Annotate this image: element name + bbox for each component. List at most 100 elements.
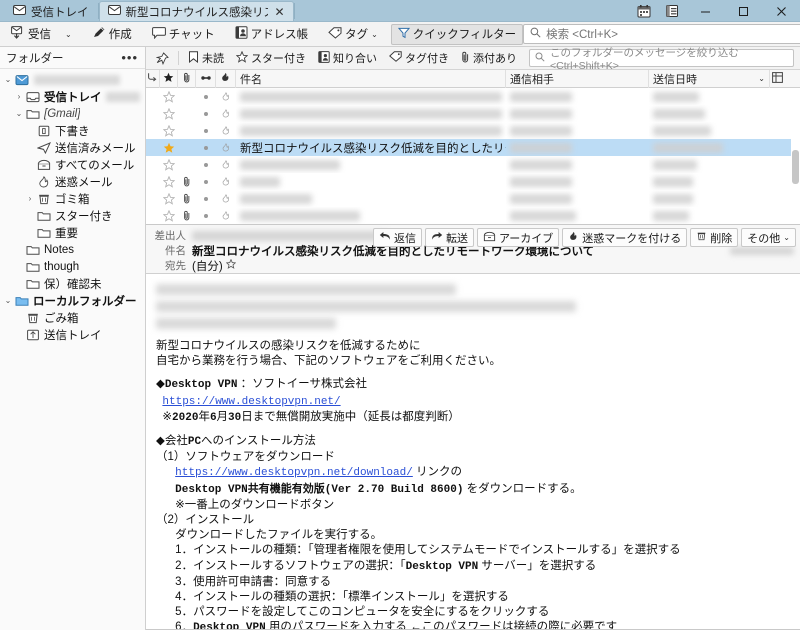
- tasks-icon[interactable]: [658, 0, 686, 22]
- table-row[interactable]: 新型コロナウイルス感染リスク低減を目的としたリモートワーク環境につ...: [146, 139, 800, 156]
- compose-button[interactable]: 作成: [85, 24, 139, 45]
- column-header-subject[interactable]: 件名: [236, 69, 506, 88]
- quick-filter-separator: [178, 51, 179, 65]
- table-row[interactable]: [146, 190, 800, 207]
- close-button[interactable]: [762, 0, 800, 22]
- sidebar-item-送信済みメール[interactable]: 送信済みメール: [0, 139, 145, 156]
- body-line: 4．インストールの種類の選択：「標準インストール」を選択する: [156, 591, 509, 604]
- filter-starred-button[interactable]: スター付き: [230, 49, 312, 68]
- sidebar-item-スター付き[interactable]: スター付き: [0, 207, 145, 224]
- column-header-correspondent[interactable]: 通信相手: [506, 69, 649, 88]
- message-action-迷惑マークを付ける[interactable]: 迷惑マークを付ける: [562, 228, 688, 247]
- sidebar-item-ローカルフォルダー[interactable]: ⌄ ローカルフォルダー: [0, 292, 145, 309]
- thread-scrollbar[interactable]: [791, 88, 800, 224]
- search-placeholder: 検索 <Ctrl+K>: [546, 29, 618, 41]
- tag-icon: [389, 51, 402, 65]
- star-icon[interactable]: [225, 258, 237, 272]
- body-text-segment: 年: [198, 410, 210, 423]
- twisty-icon[interactable]: ›: [24, 194, 36, 203]
- maximize-button[interactable]: [724, 0, 762, 22]
- table-row[interactable]: [146, 105, 800, 122]
- message-subject-blurred: [240, 108, 502, 119]
- table-row[interactable]: [146, 156, 800, 173]
- get-messages-dropdown[interactable]: ⌄: [58, 24, 79, 45]
- twisty-icon[interactable]: ⌄: [2, 296, 14, 305]
- body-link[interactable]: https://www.desktopvpn.net/: [162, 396, 340, 408]
- mail-icon: [107, 5, 121, 18]
- message-action-アーカイブ[interactable]: アーカイブ: [476, 228, 560, 247]
- quick-filter-pin-button[interactable]: [150, 49, 175, 68]
- tab-message[interactable]: 新型コロナウイルス感染リスク低 ✕: [98, 1, 294, 21]
- star-icon: [235, 50, 249, 66]
- twisty-icon[interactable]: ›: [13, 92, 25, 101]
- sidebar-item-すべてのメール[interactable]: すべてのメール: [0, 156, 145, 173]
- sidebar-item-受信トレイ[interactable]: › 受信トレイ: [0, 88, 145, 105]
- folder-list: ⌄ › 受信トレイ ⌄ [Gmail] 下書き 送信済みメール すべてのメール 迷惑メール › ゴミ…: [0, 69, 145, 630]
- sidebar-item-下書き[interactable]: 下書き: [0, 122, 145, 139]
- table-row[interactable]: [146, 88, 800, 105]
- twisty-icon[interactable]: ⌄: [13, 109, 25, 118]
- filter-attachment-button[interactable]: 添付あり: [455, 49, 523, 68]
- cell-date: [649, 105, 770, 122]
- column-picker-button[interactable]: [770, 70, 785, 88]
- thread-column-headers: 件名 通信相手 送信日時 ⌄: [146, 69, 800, 88]
- address-book-button[interactable]: アドレス帳: [228, 24, 316, 45]
- message-action-返信[interactable]: 返信: [372, 228, 422, 247]
- body-link[interactable]: https://www.desktopvpn.net/download/: [175, 467, 413, 479]
- sidebar-item-though[interactable]: though: [0, 258, 145, 275]
- sidebar-item-重要[interactable]: 重要: [0, 224, 145, 241]
- column-header-junk[interactable]: [216, 69, 236, 88]
- message-action-転送[interactable]: 転送: [424, 228, 474, 247]
- bookmark-icon: [188, 50, 199, 66]
- calendar-icon[interactable]: [630, 0, 658, 22]
- filter-contact-button[interactable]: 知り合い: [312, 49, 383, 68]
- sidebar-item-保確認未[interactable]: 保）確認未: [0, 275, 145, 292]
- table-row[interactable]: [146, 207, 800, 224]
- body-text-segment: サーバー」を選択する: [478, 559, 597, 572]
- message-body-text: 新型コロナウイルスの感染リスクを低減するために 自宅から業務を行う場合、下記のソフ…: [156, 339, 792, 630]
- get-messages-button[interactable]: 受信: [4, 24, 58, 45]
- column-header-thread[interactable]: [146, 69, 160, 88]
- body-line: ※一番上のダウンロードボタン: [156, 498, 335, 511]
- column-header-label: 件名: [240, 73, 262, 86]
- sidebar-item-ゴミ箱[interactable]: › ゴミ箱: [0, 190, 145, 207]
- chat-button[interactable]: チャット: [145, 24, 222, 45]
- sidebar-item-ごみ箱[interactable]: ごみ箱: [0, 309, 145, 326]
- message-action-その他[interactable]: その他 ⌄: [741, 228, 796, 247]
- sort-chevron-icon[interactable]: ⌄: [758, 74, 769, 83]
- message-list[interactable]: 新型コロナウイルス感染リスク低減を目的としたリモートワーク環境につ...: [146, 88, 800, 224]
- cell-thread: [146, 88, 160, 105]
- column-header-attachment[interactable]: [178, 69, 196, 88]
- sidebar-item-送信トレイ[interactable]: 送信トレイ: [0, 326, 145, 343]
- correspondent-blurred: [510, 176, 572, 187]
- tab-inbox[interactable]: 受信トレイ: [4, 1, 98, 21]
- close-icon[interactable]: ✕: [275, 6, 285, 18]
- tag-button[interactable]: タグ ⌄: [321, 24, 385, 45]
- search-input[interactable]: 検索 <Ctrl+K>: [523, 24, 800, 44]
- filter-unread-button[interactable]: 未読: [182, 49, 230, 68]
- sidebar-item-label: ごみ箱: [44, 312, 79, 325]
- folder-options-icon[interactable]: •••: [121, 51, 138, 64]
- column-header-unread[interactable]: [196, 69, 216, 88]
- quick-filter-search-input[interactable]: このフォルダーのメッセージを絞り込む <Ctrl+Shift+K>: [529, 47, 794, 72]
- quick-filter-button[interactable]: クイックフィルター: [390, 23, 524, 45]
- column-header-date[interactable]: 送信日時 ⌄: [649, 69, 770, 88]
- table-row[interactable]: [146, 173, 800, 190]
- message-action-削除[interactable]: 削除: [690, 228, 739, 247]
- filter-tagged-button[interactable]: タグ付き: [383, 49, 455, 68]
- unread-dot-icon: [196, 156, 216, 173]
- cell-date: [649, 139, 770, 156]
- thread-scrollbar-thumb[interactable]: [792, 150, 799, 184]
- twisty-icon[interactable]: ⌄: [2, 75, 14, 84]
- sidebar-item-notes[interactable]: Notes: [0, 241, 145, 258]
- sidebar-item-gmail[interactable]: ⌄ [Gmail]: [0, 105, 145, 122]
- unread-dot-icon: [196, 88, 216, 105]
- sidebar-item-迷惑メール[interactable]: 迷惑メール: [0, 173, 145, 190]
- junk-flame-icon: [216, 139, 236, 156]
- column-header-star[interactable]: [160, 69, 178, 88]
- body-line: 新型コロナウイルスの感染リスクを低減するために: [156, 340, 421, 352]
- minimize-button[interactable]: [686, 0, 724, 22]
- table-row[interactable]: [146, 122, 800, 139]
- sidebar-item-account[interactable]: ⌄: [0, 71, 145, 88]
- body-text-segment: [156, 483, 175, 495]
